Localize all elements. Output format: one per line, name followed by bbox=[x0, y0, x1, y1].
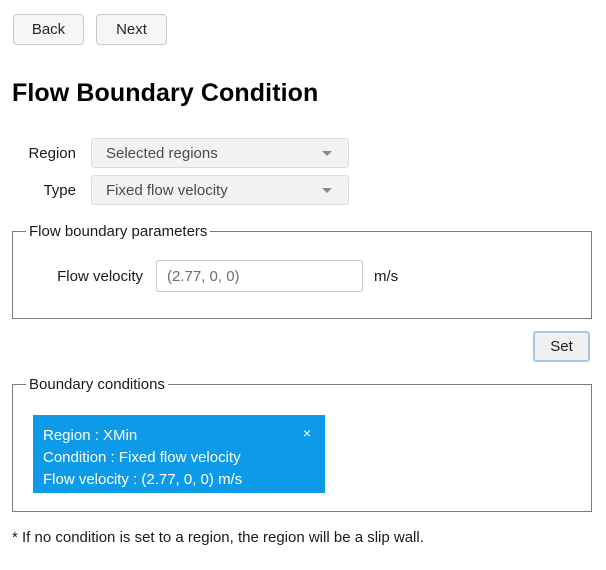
set-button[interactable]: Set bbox=[533, 331, 590, 362]
page-title: Flow Boundary Condition bbox=[12, 79, 319, 107]
back-button[interactable]: Back bbox=[13, 14, 84, 45]
close-icon[interactable]: × bbox=[300, 424, 314, 442]
condition-type-line: Condition : Fixed flow velocity bbox=[43, 449, 241, 466]
condition-region-line: Region : XMin bbox=[43, 427, 138, 444]
type-select-value: Fixed flow velocity bbox=[106, 181, 228, 199]
next-button[interactable]: Next bbox=[96, 14, 167, 45]
flow-boundary-parameters-group: Flow boundary parameters Flow velocity m… bbox=[12, 223, 592, 319]
boundary-condition-card[interactable]: Region : XMin Condition : Fixed flow vel… bbox=[33, 415, 325, 493]
boundary-conditions-legend: Boundary conditions bbox=[26, 376, 168, 393]
flow-velocity-unit: m/s bbox=[374, 267, 399, 285]
region-label: Region bbox=[28, 144, 76, 162]
flow-velocity-label: Flow velocity bbox=[57, 267, 143, 285]
chevron-down-icon bbox=[322, 151, 332, 156]
type-row: Type Fixed flow velocity bbox=[0, 175, 349, 205]
type-select[interactable]: Fixed flow velocity bbox=[91, 175, 349, 205]
navigation-bar: Back Next bbox=[13, 14, 167, 45]
footer-note: * If no condition is set to a region, th… bbox=[12, 529, 424, 546]
region-select-value: Selected regions bbox=[106, 144, 218, 162]
region-select[interactable]: Selected regions bbox=[91, 138, 349, 168]
chevron-down-icon bbox=[322, 188, 332, 193]
flow-velocity-input[interactable] bbox=[156, 260, 363, 292]
flow-boundary-parameters-legend: Flow boundary parameters bbox=[26, 223, 211, 240]
condition-velocity-line: Flow velocity : (2.77, 0, 0) m/s bbox=[43, 471, 243, 488]
region-row: Region Selected regions bbox=[0, 138, 349, 168]
type-label: Type bbox=[43, 181, 76, 199]
flow-velocity-row: Flow velocity m/s bbox=[13, 260, 398, 292]
boundary-conditions-group: Boundary conditions Region : XMin Condit… bbox=[12, 376, 592, 512]
